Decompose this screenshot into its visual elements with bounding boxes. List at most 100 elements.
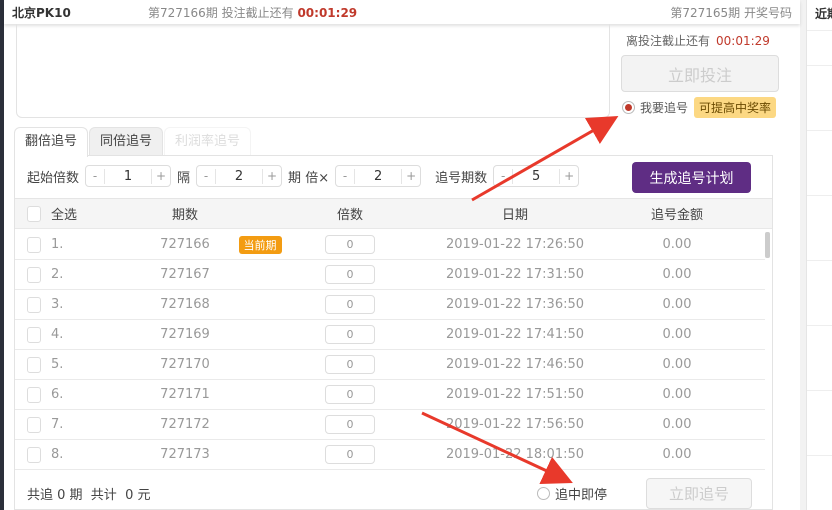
chase-tag: 可提高中奖率 [694,97,777,118]
table-row: 2. 727167 0 2019-01-22 17:31:50 0.00 [15,260,765,290]
row-mult-input[interactable]: 0 [325,265,375,284]
row-issue: 727173 [160,447,210,462]
generate-plan-button[interactable]: 生成追号计划 [632,162,751,193]
deadline-time: 00:01:29 [716,34,770,48]
row-issue: 727169 [160,327,210,342]
row-mult-input[interactable]: 0 [325,355,375,374]
row-date: 2019-01-22 17:46:50 [445,357,585,372]
row-mult-input[interactable]: 0 [325,385,375,404]
summary: 共追 0 期 共计 0 元 [27,488,151,503]
stop-on-win-label: 追中即停 [555,488,608,503]
row-date: 2019-01-22 17:36:50 [445,297,585,312]
interval-label: 隔 [177,170,191,186]
row-checkbox[interactable] [27,386,41,403]
row-checkbox[interactable] [27,446,41,463]
tab-same-chase[interactable]: 同倍追号 [89,127,164,156]
times-input[interactable]: 2 [354,168,403,184]
row-checkbox[interactable] [27,416,41,433]
chase-label: 我要追号 [640,101,689,115]
minus-button[interactable]: - [86,169,104,183]
row-date: 2019-01-22 17:56:50 [445,417,585,432]
table-row: 1. 727166 当前期 0 2019-01-22 17:26:50 0.00 [15,230,765,260]
row-date: 2019-01-22 17:31:50 [445,267,585,282]
current-issue: 第727166期 投注截止还有 00:01:29 [148,4,357,21]
row-issue: 727172 [160,417,210,432]
footer: 共追 0 期 共计 0 元 追中即停 立即追号 [15,475,772,509]
row-checkbox[interactable] [27,296,41,313]
recent-panel: 近期 [806,0,832,510]
start-mult-stepper[interactable]: -1 + [85,165,172,187]
plus-button[interactable]: + [152,169,170,183]
current-issue-badge: 当前期 [238,235,282,254]
row-checkbox[interactable] [27,356,41,373]
countdown: 00:01:29 [297,6,358,20]
minus-button[interactable]: - [494,169,512,183]
row-index: 2. [51,267,64,282]
row-mult-input[interactable]: 0 [325,235,375,254]
row-issue: 727170 [160,357,210,372]
row-amount: 0.00 [662,387,692,402]
header-date: 日期 [501,208,528,223]
tab-profit-chase[interactable]: 利润率追号 [164,127,252,156]
plus-button[interactable]: + [560,169,578,183]
select-all-checkbox[interactable] [27,205,41,222]
last-issue[interactable]: 第727165期 开奖号码 [670,4,792,21]
tab-double-chase[interactable]: 翻倍追号 [14,127,89,157]
start-mult-input[interactable]: 1 [104,168,153,184]
chase-option[interactable]: 我要追号 可提高中奖率 [622,97,777,118]
row-mult-input[interactable]: 0 [325,325,375,344]
row-issue: 727171 [160,387,210,402]
minus-button[interactable]: - [197,169,215,183]
row-checkbox[interactable] [27,236,41,253]
row-index: 5. [51,357,64,372]
row-index: 1. [51,237,64,252]
interval-stepper[interactable]: -2 + [196,165,283,187]
row-issue: 727166 [160,237,210,252]
row-amount: 0.00 [662,357,692,372]
table-row: 6. 727171 0 2019-01-22 17:51:50 0.00 [15,380,765,410]
row-index: 6. [51,387,64,402]
header: 北京PK10 第727166期 投注截止还有 00:01:29 第727165期… [4,0,800,24]
row-checkbox[interactable] [27,326,41,343]
chase-panel: 起始倍数 -1 + 隔 -2 + 期 倍× -2 + 追号期数 -5 + 生成追号计划 … [14,155,773,510]
chase-controls: 起始倍数 -1 + 隔 -2 + 期 倍× -2 + 追号期数 -5 + [27,165,585,187]
row-date: 2019-01-22 17:51:50 [445,387,585,402]
row-amount: 0.00 [662,267,692,282]
chase-count-input[interactable]: 5 [512,168,561,184]
scrollbar[interactable] [765,232,770,258]
stop-on-win-radio[interactable] [537,487,550,500]
row-amount: 0.00 [662,297,692,312]
header-issue: 期数 [171,208,198,223]
row-amount: 0.00 [662,237,692,252]
row-index: 8. [51,447,64,462]
minus-button[interactable]: - [336,169,354,183]
table-row: 3. 727168 0 2019-01-22 17:36:50 0.00 [15,290,765,320]
row-amount: 0.00 [662,327,692,342]
chase-tabs: 翻倍追号 同倍追号 利润率追号 [14,127,252,157]
deadline: 离投注截止还有 00:01:29 [626,32,770,49]
interval-input[interactable]: 2 [215,168,264,184]
row-mult-input[interactable]: 0 [325,295,375,314]
times-label: 倍× [305,170,330,186]
row-index: 7. [51,417,64,432]
lottery-name: 北京PK10 [12,6,71,20]
row-mult-input[interactable]: 0 [325,415,375,434]
deadline-label: 离投注截止还有 [626,34,711,48]
stop-on-win-option[interactable]: 追中即停 [537,484,607,503]
plus-button[interactable]: + [402,169,420,183]
times-stepper[interactable]: -2 + [335,165,422,187]
row-index: 4. [51,327,64,342]
row-mult-input[interactable]: 0 [325,445,375,464]
table-row: 4. 727169 0 2019-01-22 17:41:50 0.00 [15,320,765,350]
row-index: 3. [51,297,64,312]
row-date: 2019-01-22 18:01:50 [445,447,585,462]
plus-button[interactable]: + [263,169,281,183]
chase-now-button[interactable]: 立即追号 [646,478,752,509]
table-row: 8. 727173 0 2019-01-22 18:01:50 0.00 [15,440,765,470]
row-checkbox[interactable] [27,266,41,283]
chase-radio[interactable] [622,101,635,114]
recent-title: 近期 [815,7,832,21]
bet-now-button[interactable]: 立即投注 [621,55,779,92]
start-mult-label: 起始倍数 [27,170,80,186]
chase-count-stepper[interactable]: -5 + [493,165,580,187]
